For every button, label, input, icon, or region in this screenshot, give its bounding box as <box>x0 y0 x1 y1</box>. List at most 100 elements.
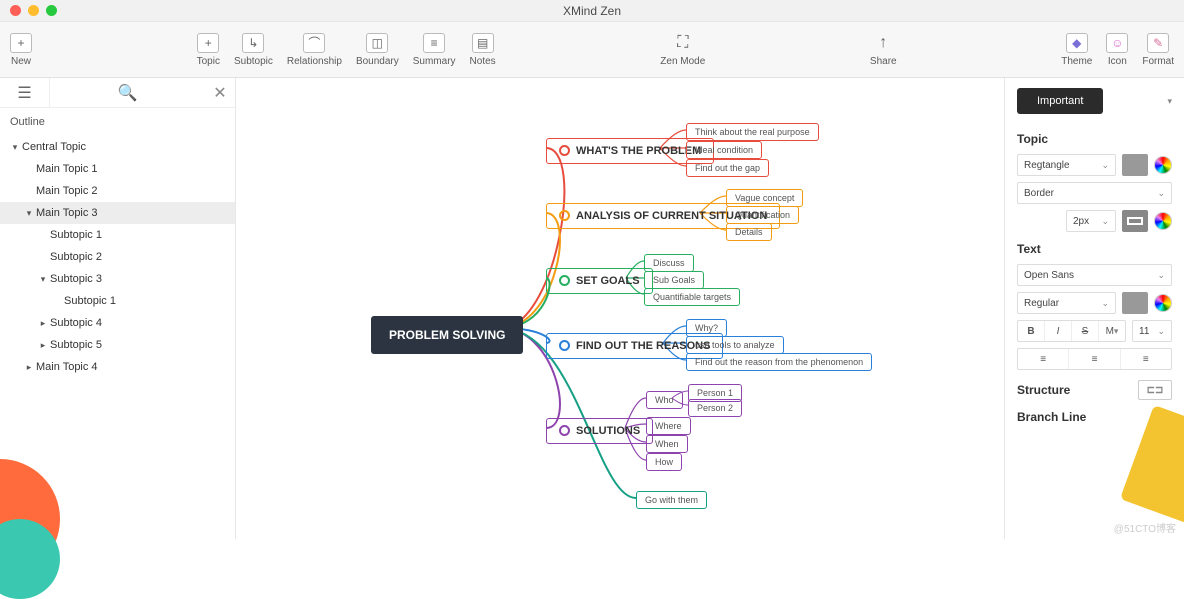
chevron-down-icon: ⌄ <box>1101 298 1109 309</box>
leaf-node[interactable]: When <box>646 435 688 453</box>
leaf-node[interactable]: Discuss <box>644 254 694 272</box>
new-button[interactable]: + New <box>10 33 32 67</box>
font-family-select[interactable]: Open Sans⌄ <box>1017 264 1172 286</box>
boundary-button[interactable]: ◫Boundary <box>356 33 399 67</box>
leaf-node[interactable]: Find out the reason from the phenomenon <box>686 353 872 371</box>
outline-item[interactable]: Subtopic 1 <box>0 224 235 246</box>
leaf-node[interactable]: Ideal condition <box>686 141 762 159</box>
topic-button[interactable]: +Topic <box>197 33 220 67</box>
summary-button[interactable]: ≡Summary <box>413 33 456 67</box>
toolbar: + New +Topic ↳Subtopic ⌒Relationship ◫Bo… <box>0 22 1184 78</box>
outline-item[interactable]: ▾Main Topic 3 <box>0 202 235 224</box>
outline-label: Main Topic 4 <box>36 361 98 373</box>
titlebar: XMind Zen <box>0 0 1184 22</box>
outline-item[interactable]: ▸Subtopic 5 <box>0 334 235 356</box>
case-button[interactable]: M▾ <box>1099 321 1125 341</box>
outline-label: Subtopic 4 <box>50 317 102 329</box>
marker-icon <box>559 145 570 156</box>
important-button[interactable]: Important <box>1017 88 1103 114</box>
notes-icon: ▤ <box>472 33 494 53</box>
search-icon: 🔍 <box>118 83 138 103</box>
format-button[interactable]: ✎Format <box>1142 33 1174 67</box>
leaf-node[interactable]: use tools to analyze <box>686 336 784 354</box>
leaf-node[interactable]: Quantifiable targets <box>644 288 740 306</box>
disclosure-icon: ▾ <box>36 274 50 285</box>
leaf-node[interactable]: Who <box>646 391 683 409</box>
structure-section: Structure ⊏⊐ <box>1017 380 1172 400</box>
chevron-down-icon: ⌄ <box>1101 216 1109 227</box>
align-center-button[interactable]: ≡ <box>1069 349 1120 369</box>
leaf-node[interactable]: Sub Goals <box>644 271 704 289</box>
outline-item[interactable]: ▾Central Topic <box>0 136 235 158</box>
leaf-node[interactable]: Go with them <box>636 491 707 509</box>
marker-icon <box>559 210 570 221</box>
leaf-node[interactable]: Vague concept <box>726 189 803 207</box>
minimize-window-button[interactable] <box>28 5 39 16</box>
relationship-icon: ⌒ <box>303 33 325 53</box>
close-window-button[interactable] <box>10 5 21 16</box>
close-sidebar-button[interactable]: ✕ <box>205 83 235 103</box>
zen-mode-button[interactable]: ⛶Zen Mode <box>660 33 705 67</box>
outline-label: Subtopic 5 <box>50 339 102 351</box>
text-section-label: Text <box>1017 242 1172 256</box>
branch-solutions[interactable]: SOLUTIONS <box>546 418 653 444</box>
color-picker-icon[interactable] <box>1154 156 1172 174</box>
relationship-button[interactable]: ⌒Relationship <box>287 33 342 67</box>
icon-button[interactable]: ☺Icon <box>1106 33 1128 67</box>
leaf-node[interactable]: Where <box>646 417 691 435</box>
outline-label: Main Topic 3 <box>36 207 98 219</box>
search-tab[interactable]: 🔍 <box>50 83 205 103</box>
outline-label: Subtopic 3 <box>50 273 102 285</box>
share-button[interactable]: ↑Share <box>870 33 897 67</box>
notes-button[interactable]: ▤Notes <box>470 33 496 67</box>
subtopic-icon: ↳ <box>242 33 264 53</box>
chevron-down-icon[interactable]: ▾ <box>1167 96 1172 107</box>
leaf-node[interactable]: Why? <box>686 319 727 337</box>
text-color-swatch[interactable] <box>1122 292 1148 314</box>
leaf-node[interactable]: Quantification <box>726 206 799 224</box>
subtopic-button[interactable]: ↳Subtopic <box>234 33 273 67</box>
color-picker-icon[interactable] <box>1154 212 1172 230</box>
outline-item[interactable]: Subtopic 1 <box>0 290 235 312</box>
align-right-button[interactable]: ≡ <box>1121 349 1171 369</box>
outline-item[interactable]: Main Topic 2 <box>0 180 235 202</box>
border-width-select[interactable]: 2px⌄ <box>1066 210 1116 232</box>
root-topic[interactable]: PROBLEM SOLVING <box>371 316 523 354</box>
structure-type-button[interactable]: ⊏⊐ <box>1138 380 1172 400</box>
align-left-button[interactable]: ≡ <box>1018 349 1069 369</box>
bold-button[interactable]: B <box>1018 321 1045 341</box>
disclosure-icon: ▸ <box>36 340 50 351</box>
outline-label: Main Topic 1 <box>36 163 98 175</box>
outline-item[interactable]: ▸Subtopic 4 <box>0 312 235 334</box>
format-icon: ✎ <box>1147 33 1169 53</box>
outline-tab[interactable]: ☰ <box>0 78 50 107</box>
italic-button[interactable]: I <box>1045 321 1072 341</box>
branch-goals[interactable]: SET GOALS <box>546 268 653 294</box>
outline-item[interactable]: Main Topic 1 <box>0 158 235 180</box>
strike-button[interactable]: S <box>1072 321 1099 341</box>
border-select[interactable]: Border⌄ <box>1017 182 1172 204</box>
list-icon: ☰ <box>17 83 31 103</box>
outline-item[interactable]: ▾Subtopic 3 <box>0 268 235 290</box>
leaf-node[interactable]: How <box>646 453 682 471</box>
color-picker-icon[interactable] <box>1154 294 1172 312</box>
leaf-node[interactable]: Person 2 <box>688 399 742 417</box>
font-size-select[interactable]: 11⌄ <box>1132 320 1172 342</box>
disclosure-icon: ▸ <box>22 362 36 373</box>
window-title: XMind Zen <box>563 4 621 18</box>
disclosure-icon: ▾ <box>8 142 22 153</box>
theme-button[interactable]: ◆Theme <box>1061 33 1092 67</box>
mindmap-canvas[interactable]: PROBLEM SOLVING WHAT'S THE PROBLEM Think… <box>236 78 1004 539</box>
outline-label: Main Topic 2 <box>36 185 98 197</box>
expand-icon: ⛶ <box>672 33 694 53</box>
fill-color-swatch[interactable] <box>1122 154 1148 176</box>
font-weight-select[interactable]: Regular⌄ <box>1017 292 1116 314</box>
shape-select[interactable]: Regtangle⌄ <box>1017 154 1116 176</box>
leaf-node[interactable]: Find out the gap <box>686 159 769 177</box>
outline-item[interactable]: ▸Main Topic 4 <box>0 356 235 378</box>
leaf-node[interactable]: Think about the real purpose <box>686 123 819 141</box>
outline-item[interactable]: Subtopic 2 <box>0 246 235 268</box>
summary-icon: ≡ <box>423 33 445 53</box>
maximize-window-button[interactable] <box>46 5 57 16</box>
leaf-node[interactable]: Details <box>726 223 772 241</box>
